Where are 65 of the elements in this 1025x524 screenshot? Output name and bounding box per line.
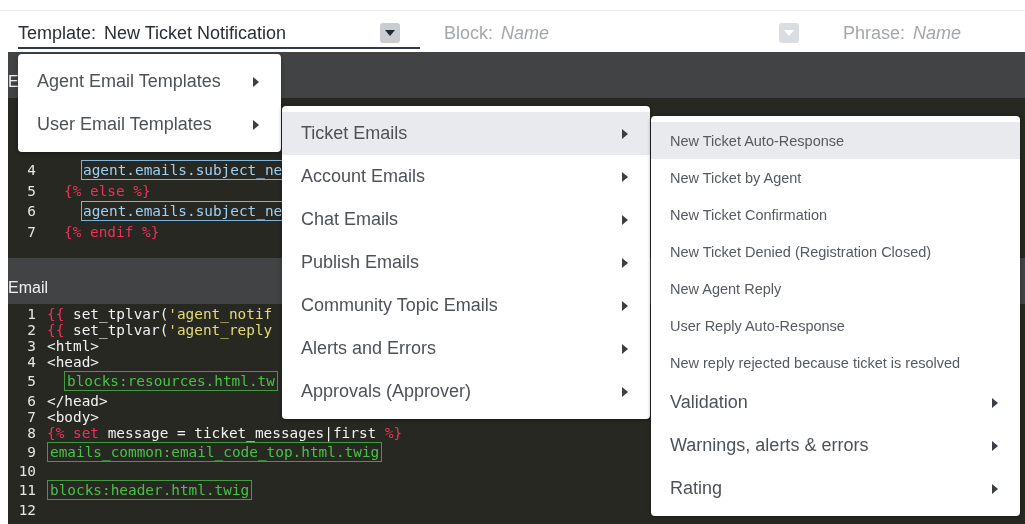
code-line: <html> bbox=[47, 338, 99, 354]
line-number: 9 bbox=[26, 443, 37, 460]
line-number: 2 bbox=[26, 322, 37, 338]
menu-item[interactable]: Community Topic Emails bbox=[282, 284, 650, 327]
code-line: {{ set_tplvar('agent_notif bbox=[47, 306, 273, 322]
menu-item[interactable]: Agent Email Templates bbox=[18, 60, 281, 103]
panel-title: Email bbox=[8, 278, 48, 298]
caret-right-icon bbox=[253, 119, 259, 130]
line-number: 10 bbox=[17, 463, 37, 480]
menu-item[interactable]: New Agent Reply bbox=[651, 270, 1020, 307]
caret-right-icon bbox=[622, 257, 628, 268]
menu-item[interactable]: Alerts and Errors bbox=[282, 327, 650, 370]
caret-right-icon bbox=[622, 128, 628, 139]
line-number: 7 bbox=[26, 224, 37, 240]
code-line: {% endif %} bbox=[64, 224, 160, 240]
code-line: </head> bbox=[47, 392, 108, 409]
caret-down-icon bbox=[385, 30, 395, 36]
caret-right-icon bbox=[992, 440, 998, 451]
menu-item[interactable]: New Ticket by Agent bbox=[651, 159, 1020, 196]
menu-item[interactable]: Account Emails bbox=[282, 155, 650, 198]
line-number: 8 bbox=[26, 424, 37, 441]
line-number: 5 bbox=[26, 372, 37, 389]
menu-item[interactable]: Validation bbox=[651, 381, 1020, 424]
caret-right-icon bbox=[253, 76, 259, 87]
menu-item[interactable]: User Reply Auto-Response bbox=[651, 307, 1020, 344]
line-number: 5 bbox=[26, 183, 37, 199]
caret-right-icon bbox=[992, 483, 998, 494]
line-number: 6 bbox=[26, 392, 37, 409]
caret-right-icon bbox=[622, 300, 628, 311]
field-label: Template: bbox=[18, 22, 97, 44]
menu-item[interactable]: Chat Emails bbox=[282, 198, 650, 241]
menu-item[interactable]: New Ticket Confirmation bbox=[651, 196, 1020, 233]
line-number: 4 bbox=[26, 162, 37, 178]
code-line: {% else %} bbox=[64, 183, 151, 199]
menu-item[interactable]: Ticket Emails bbox=[282, 112, 650, 155]
dropdown-button[interactable] bbox=[380, 23, 400, 43]
field-label: Block: bbox=[444, 22, 494, 44]
menu-item[interactable]: New reply rejected because ticket is resolved bbox=[651, 344, 1020, 381]
caret-right-icon bbox=[622, 171, 628, 182]
line-number: 4 bbox=[26, 354, 37, 370]
caret-right-icon bbox=[622, 386, 628, 397]
caret-right-icon bbox=[622, 214, 628, 225]
caret-right-icon bbox=[622, 343, 628, 354]
code-line: {% set message = ticket_messages|first %} bbox=[47, 424, 403, 441]
menu-item[interactable]: User Email Templates bbox=[18, 103, 281, 146]
caret-right-icon bbox=[992, 397, 998, 408]
line-number: 3 bbox=[26, 338, 37, 354]
code-line: <body> bbox=[47, 408, 99, 425]
menu-item[interactable]: Warnings, alerts & errors bbox=[651, 424, 1020, 467]
line-number: 6 bbox=[26, 203, 37, 219]
caret-down-icon bbox=[784, 30, 794, 36]
field-label: Phrase: bbox=[843, 22, 906, 44]
line-number: 12 bbox=[17, 502, 37, 518]
menu-item[interactable]: Publish Emails bbox=[282, 241, 650, 284]
menu-item[interactable]: New Ticket Auto-Response bbox=[651, 122, 1020, 159]
line-number: 7 bbox=[26, 408, 37, 425]
menu-item[interactable]: Rating bbox=[651, 467, 1020, 510]
line-number: 11 bbox=[17, 482, 37, 499]
line-number: 1 bbox=[26, 306, 37, 322]
panel-title: E bbox=[8, 72, 19, 92]
text-field[interactable]: New Ticket Notification bbox=[104, 22, 372, 44]
menu-item[interactable]: New Ticket Denied (Registration Closed) bbox=[651, 233, 1020, 270]
menu-item[interactable]: Approvals (Approver) bbox=[282, 370, 650, 413]
code-line: <head> bbox=[47, 354, 99, 370]
code-line: {{ set_tplvar('agent_reply bbox=[47, 322, 273, 338]
